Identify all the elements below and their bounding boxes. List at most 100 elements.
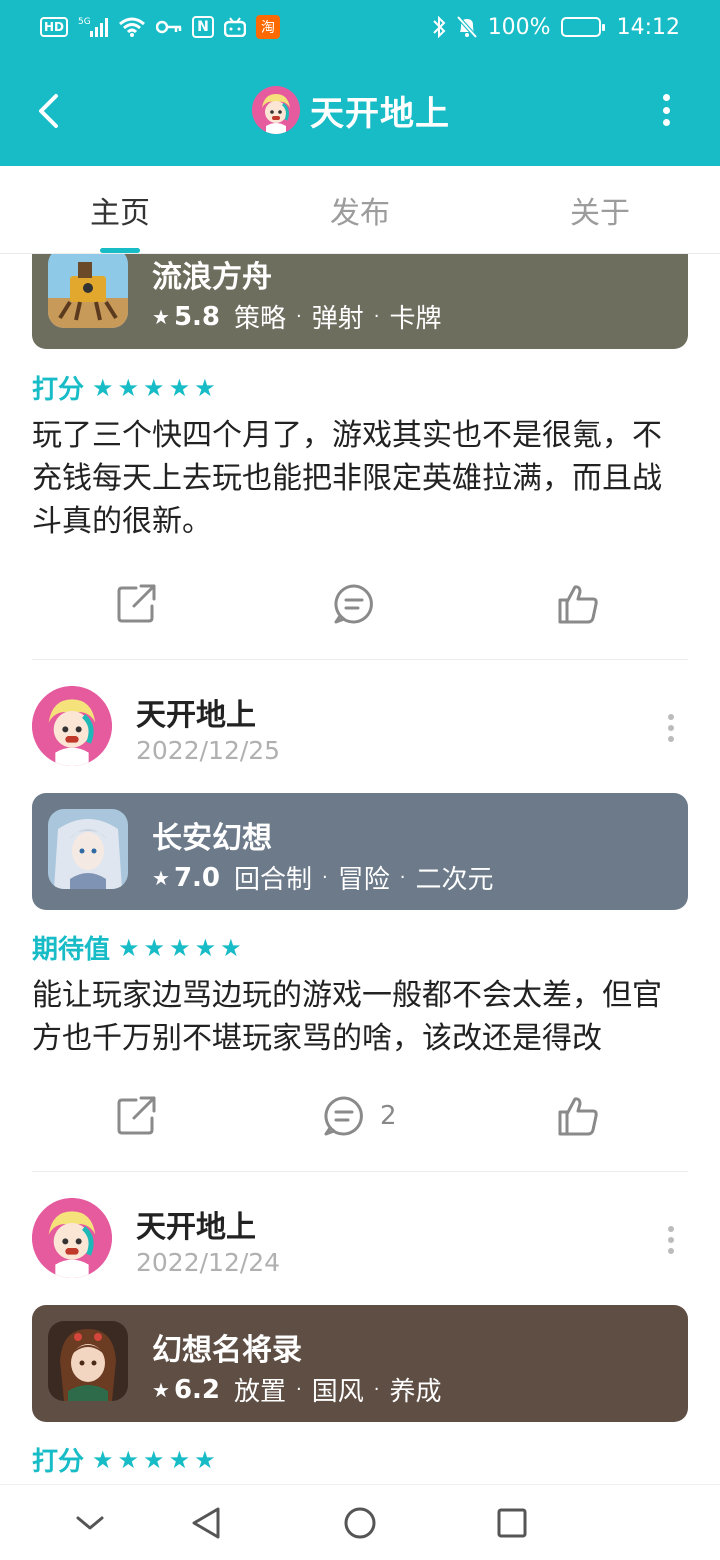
system-recents-button[interactable] (492, 1503, 532, 1543)
more-vertical-icon (662, 94, 670, 101)
comment-icon (324, 1096, 363, 1136)
game-name: 幻想名将录 (152, 1333, 302, 1368)
battery-icon (560, 17, 605, 37)
page-title: 天开地上 (310, 93, 450, 134)
share-icon (117, 1096, 156, 1135)
game-score: 5.8 (173, 301, 220, 332)
post-more-button[interactable] (664, 714, 678, 742)
game-card[interactable]: 幻想名将录 ★ 6.2 放置 · 国风 · 养成 (32, 1305, 688, 1422)
avatar (252, 86, 300, 134)
circle-home-icon (344, 1507, 376, 1539)
clock-time: 14:12 (616, 14, 680, 40)
tab-about[interactable]: 关于 (540, 188, 660, 232)
rating-label: 打分 (32, 375, 85, 405)
game-card[interactable]: 流浪方舟 ★ 5.8 策略 · 弹射 · 卡牌 (32, 254, 688, 349)
star-icon: ★ (152, 865, 170, 890)
game-icon (48, 254, 128, 328)
post-more-button[interactable] (664, 1226, 678, 1254)
game-score: 6.2 (173, 1374, 220, 1405)
mute-bell-icon (456, 14, 478, 40)
rating-stars: ★ ★ ★ ★ ★ (118, 933, 242, 962)
comment-icon (334, 584, 373, 624)
game-icon (48, 1321, 128, 1401)
rating-label: 期待值 (32, 935, 111, 965)
back-button[interactable] (28, 86, 68, 136)
star-icon: ★ (152, 304, 170, 329)
game-tag: 回合制 (234, 865, 313, 895)
more-options-button[interactable] (652, 90, 680, 130)
square-recents-icon (497, 1508, 527, 1538)
battery-percent: 100% (487, 14, 551, 40)
nfc-icon: N (192, 16, 215, 38)
post-divider (32, 1171, 688, 1172)
nav-bar: 天开地上 (0, 56, 720, 166)
profile-title: 天开地上 (252, 84, 450, 136)
game-score: 7.0 (173, 862, 220, 893)
share-button[interactable] (114, 1086, 158, 1146)
taobao-icon: 淘 (256, 15, 281, 39)
game-tag: 弹射 (311, 304, 364, 334)
star-icon: ★ (152, 1377, 170, 1402)
status-bar: HD 5G N 淘 100% 14:12 (0, 0, 720, 56)
vpn-key-icon (156, 14, 182, 40)
thumbs-up-icon (558, 1097, 598, 1136)
avatar[interactable] (32, 686, 112, 766)
game-tag: 国风 (311, 1377, 364, 1407)
bilibili-icon (224, 14, 247, 40)
signal-icon: 5G (78, 14, 109, 40)
game-meta: ★ 5.8 策略 · 弹射 · 卡牌 (152, 298, 442, 335)
game-tag: 卡牌 (389, 304, 442, 334)
like-button[interactable] (556, 574, 600, 634)
rating-label: 打分 (32, 1447, 85, 1477)
review-text: 能让玩家边骂边玩的游戏一般都不会太差，但官方也千万别不堪玩家骂的啥，该改还是得改 (32, 978, 662, 1056)
tab-bar: 主页 发布 关于 (0, 166, 720, 254)
rating-stars: ★ ★ ★ ★ ★ (92, 1445, 216, 1474)
system-home-button[interactable] (340, 1503, 380, 1543)
author-name[interactable]: 天开地上 (136, 690, 256, 734)
game-meta: ★ 6.2 放置 · 国风 · 养成 (152, 1371, 442, 1408)
chevron-down-icon (76, 1516, 104, 1530)
wifi-icon (118, 14, 146, 40)
system-back-button[interactable] (186, 1503, 226, 1543)
more-vertical-icon (668, 1226, 674, 1232)
comment-count: 2 (380, 1101, 397, 1131)
game-tag: 二次元 (415, 865, 494, 895)
bluetooth-icon (432, 14, 446, 40)
post-actions: 2 (0, 1086, 720, 1146)
hd-icon: HD (40, 17, 69, 37)
post-date: 2022/12/25 (136, 736, 281, 765)
like-button[interactable] (556, 1086, 600, 1146)
review-text: 玩了三个快四个月了，游戏其实也不是很氪，不充钱每天上去玩也能把非限定英雄拉满，而… (32, 418, 662, 539)
thumbs-up-icon (558, 585, 598, 624)
game-tag: 放置 (234, 1377, 287, 1407)
comment-button[interactable]: 2 (322, 1086, 397, 1146)
share-icon (117, 584, 156, 623)
avatar[interactable] (32, 1198, 112, 1278)
game-tag: 策略 (234, 304, 287, 334)
game-card[interactable]: 长安幻想 ★ 7.0 回合制 · 冒险 · 二次元 (32, 793, 688, 910)
post-divider (32, 659, 688, 660)
share-button[interactable] (114, 574, 158, 634)
rating-row: 期待值 ★ ★ ★ ★ ★ (32, 929, 242, 966)
game-meta: ★ 7.0 回合制 · 冒险 · 二次元 (152, 859, 494, 896)
system-nav-bar (0, 1484, 720, 1560)
app-header: HD 5G N 淘 100% 14:12 天开地上 (0, 0, 720, 166)
chevron-left-icon (39, 94, 58, 128)
game-tag: 冒险 (337, 865, 390, 895)
more-vertical-icon (668, 714, 674, 720)
collapse-button[interactable] (70, 1503, 110, 1543)
game-icon (48, 809, 128, 889)
tab-publish[interactable]: 发布 (300, 188, 420, 232)
post-actions (0, 574, 720, 634)
game-name: 流浪方舟 (152, 260, 272, 295)
rating-row: 打分 ★ ★ ★ ★ ★ (32, 369, 216, 406)
game-tag: 养成 (389, 1377, 442, 1407)
rating-stars: ★ ★ ★ ★ ★ (92, 373, 216, 402)
triangle-back-icon (192, 1507, 220, 1539)
network-label: 5G (78, 17, 91, 27)
rating-row: 打分 ★ ★ ★ ★ ★ (32, 1441, 216, 1478)
comment-button[interactable] (332, 574, 390, 634)
tab-home[interactable]: 主页 (60, 188, 180, 232)
author-name[interactable]: 天开地上 (136, 1202, 256, 1246)
post-feed[interactable]: 流浪方舟 ★ 5.8 策略 · 弹射 · 卡牌 打分 ★ ★ ★ ★ ★ 玩了三个快四个… (0, 254, 720, 1484)
